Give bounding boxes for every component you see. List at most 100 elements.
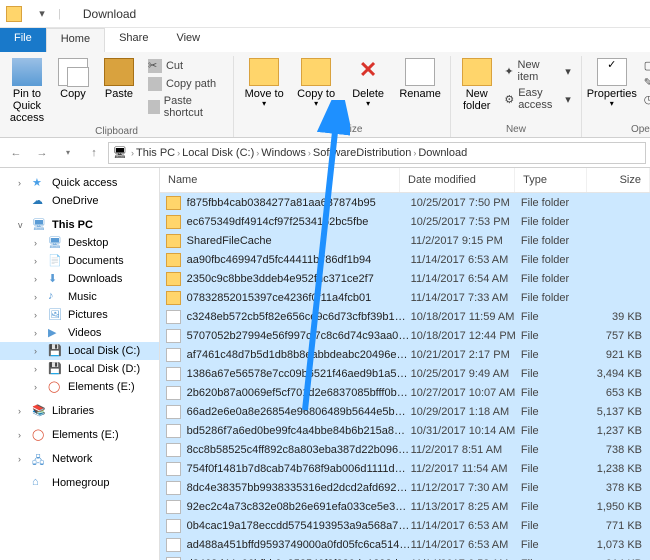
up-button[interactable]: ↑ [82,141,106,165]
new-item-button[interactable]: ✦New item ▾ [500,58,574,84]
tree-label: Libraries [52,405,94,417]
move-to-button[interactable]: Move to▾ [240,56,288,111]
tree-node-4[interactable]: ›📄Documents [0,252,159,270]
qat-dropdown[interactable]: ▾ [32,4,52,24]
file-row[interactable]: 0b4cac19a178eccdd5754193953a9a568a7b04ae… [160,516,650,535]
tree-label: Elements (E:) [52,429,119,441]
tab-share[interactable]: Share [105,28,162,52]
cut-button[interactable]: ✂Cut [144,58,227,74]
file-row[interactable]: af7461c48d7b5d1db8b8eabbdeabc20496e7aea3… [160,345,650,364]
easy-access-button[interactable]: ⚙Easy access ▾ [500,86,574,112]
tree-node-12[interactable]: ›📚Libraries [0,402,159,420]
expand-icon[interactable]: › [34,310,44,320]
new-folder-button[interactable]: New folder [457,56,496,114]
file-row[interactable]: SharedFileCache11/2/2017 9:15 PMFile fol… [160,231,650,250]
file-name: 2b620b87a0069ef5cf701d2e6837085bfff0b8fc [187,387,411,399]
copy-path-button[interactable]: Copy path [144,76,227,92]
tree-node-3[interactable]: ›🖥Desktop [0,234,159,252]
history-button[interactable]: ◷History [640,92,650,107]
tree-node-6[interactable]: ›♪Music [0,288,159,306]
navigation-bar: ← → ▾ ↑ 🖥 › This PC › Local Disk (C:) › … [0,138,650,168]
file-date: 10/21/2017 2:17 PM [411,349,521,361]
expand-icon[interactable]: › [18,454,28,464]
header-name[interactable]: Name [160,168,400,192]
rename-button[interactable]: Rename [396,56,444,102]
tree-node-14[interactable]: ›🖧Network [0,450,159,468]
file-row[interactable]: 5707052b27994e56f997cf7c8c6d74c93aa0bad3… [160,326,650,345]
expand-icon[interactable]: › [18,178,28,188]
file-type: File folder [521,273,590,285]
file-type: File [521,444,590,456]
file-row[interactable]: ad488a451bffd9593749000a0fd05fc6ca514545… [160,535,650,554]
file-date: 11/2/2017 8:51 AM [411,444,521,456]
expand-icon[interactable]: › [34,382,44,392]
tab-file[interactable]: File [0,28,46,52]
crumb-4[interactable]: Download [418,147,467,159]
file-date: 10/29/2017 1:18 AM [411,406,521,418]
tree-node-5[interactable]: ›⬇Downloads [0,270,159,288]
copy-button[interactable]: Copy [52,56,94,102]
recent-button[interactable]: ▾ [56,141,80,165]
tab-home[interactable]: Home [46,28,105,52]
expand-icon[interactable]: › [34,364,44,374]
tree-node-10[interactable]: ›💾Local Disk (D:) [0,360,159,378]
copy-to-button[interactable]: Copy to▾ [292,56,340,111]
tree-node-2[interactable]: v🖥This PC [0,216,159,234]
tree-node-8[interactable]: ›▶Videos [0,324,159,342]
file-row[interactable]: 92ec2c4a73c832e08b26e691efa033ce5e3a9400… [160,497,650,516]
window-separator: | [58,8,61,20]
tree-node-7[interactable]: ›🖼Pictures [0,306,159,324]
edit-button[interactable]: ✎Edit [640,75,650,90]
tree-node-0[interactable]: ›★Quick access [0,174,159,192]
expand-icon[interactable]: › [18,430,28,440]
back-button[interactable]: ← [4,141,28,165]
file-name: 8cc8b58525c4ff892c8a803eba387d22b096d432 [187,444,411,456]
expand-icon[interactable]: › [34,238,44,248]
tab-view[interactable]: View [162,28,214,52]
delete-button[interactable]: ✕Delete▾ [344,56,392,111]
expand-icon[interactable]: › [34,256,44,266]
header-size[interactable]: Size [587,168,650,192]
paste-shortcut-button[interactable]: Paste shortcut [144,94,227,120]
file-size: 1,950 KB [590,501,650,513]
file-row[interactable]: f875fbb4cab0384277a81aa637874b9510/25/20… [160,193,650,212]
file-row[interactable]: c3248eb572cb5f82e656ce9c6d73cfbf39b1052a… [160,307,650,326]
file-row[interactable]: 2350c9c8bbe3ddeb4e952fdc371ce2f711/14/20… [160,269,650,288]
crumb-3[interactable]: SoftwareDistribution [313,147,411,159]
tree-node-11[interactable]: ›◯Elements (E:) [0,378,159,396]
file-size: 1,073 KB [590,539,650,551]
file-row[interactable]: aa90fbc469947d5fc44411b786df1b9411/14/20… [160,250,650,269]
pin-quick-access-button[interactable]: Pin to Quick access [6,56,48,126]
tree-node-9[interactable]: ›💾Local Disk (C:) [0,342,159,360]
file-row[interactable]: d3468d44a06bfbb0e353540f3f380da1292dc7e6… [160,554,650,560]
crumb-2[interactable]: Windows [261,147,306,159]
expand-icon[interactable]: v [18,220,28,230]
file-row[interactable]: 07832852015397ce4236f0f11a4fcb0111/14/20… [160,288,650,307]
file-row[interactable]: 8dc4e38357bb9938335316ed2dcd2afd69289801… [160,478,650,497]
tree-node-13[interactable]: ›◯Elements (E:) [0,426,159,444]
file-row[interactable]: ec675349df4914cf97f25341b2bc5fbe10/25/20… [160,212,650,231]
expand-icon[interactable]: › [34,274,44,284]
crumb-1[interactable]: Local Disk (C:) [182,147,254,159]
expand-icon[interactable]: › [34,292,44,302]
file-size: 5,137 KB [590,406,650,418]
paste-button[interactable]: Paste [98,56,140,102]
file-row[interactable]: 754f0f1481b7d8cab74b768f9ab006d1111d8023… [160,459,650,478]
expand-icon[interactable]: › [34,328,44,338]
file-row[interactable]: 1386a67e56578e7cc09b6521f46aed9b1a5b175f… [160,364,650,383]
open-button[interactable]: ▢Open ▾ [640,58,650,73]
tree-node-15[interactable]: ⌂Homegroup [0,474,159,492]
properties-button[interactable]: ✓Properties▾ [588,56,636,111]
expand-icon[interactable]: › [34,346,44,356]
file-row[interactable]: 66ad2e6e0a8e26854e96806489b5644e5bb1e5d2… [160,402,650,421]
header-date[interactable]: Date modified [400,168,515,192]
file-row[interactable]: bd5286f7a6ed0be99fc4a4bbe84b6b215a8a16b8… [160,421,650,440]
file-row[interactable]: 8cc8b58525c4ff892c8a803eba387d22b096d432… [160,440,650,459]
expand-icon[interactable]: › [18,406,28,416]
crumb-0[interactable]: This PC [136,147,175,159]
forward-button[interactable]: → [30,141,54,165]
address-bar[interactable]: 🖥 › This PC › Local Disk (C:) › Windows … [108,142,646,164]
file-row[interactable]: 2b620b87a0069ef5cf701d2e6837085bfff0b8fc… [160,383,650,402]
tree-node-1[interactable]: ☁OneDrive [0,192,159,210]
header-type[interactable]: Type [515,168,587,192]
